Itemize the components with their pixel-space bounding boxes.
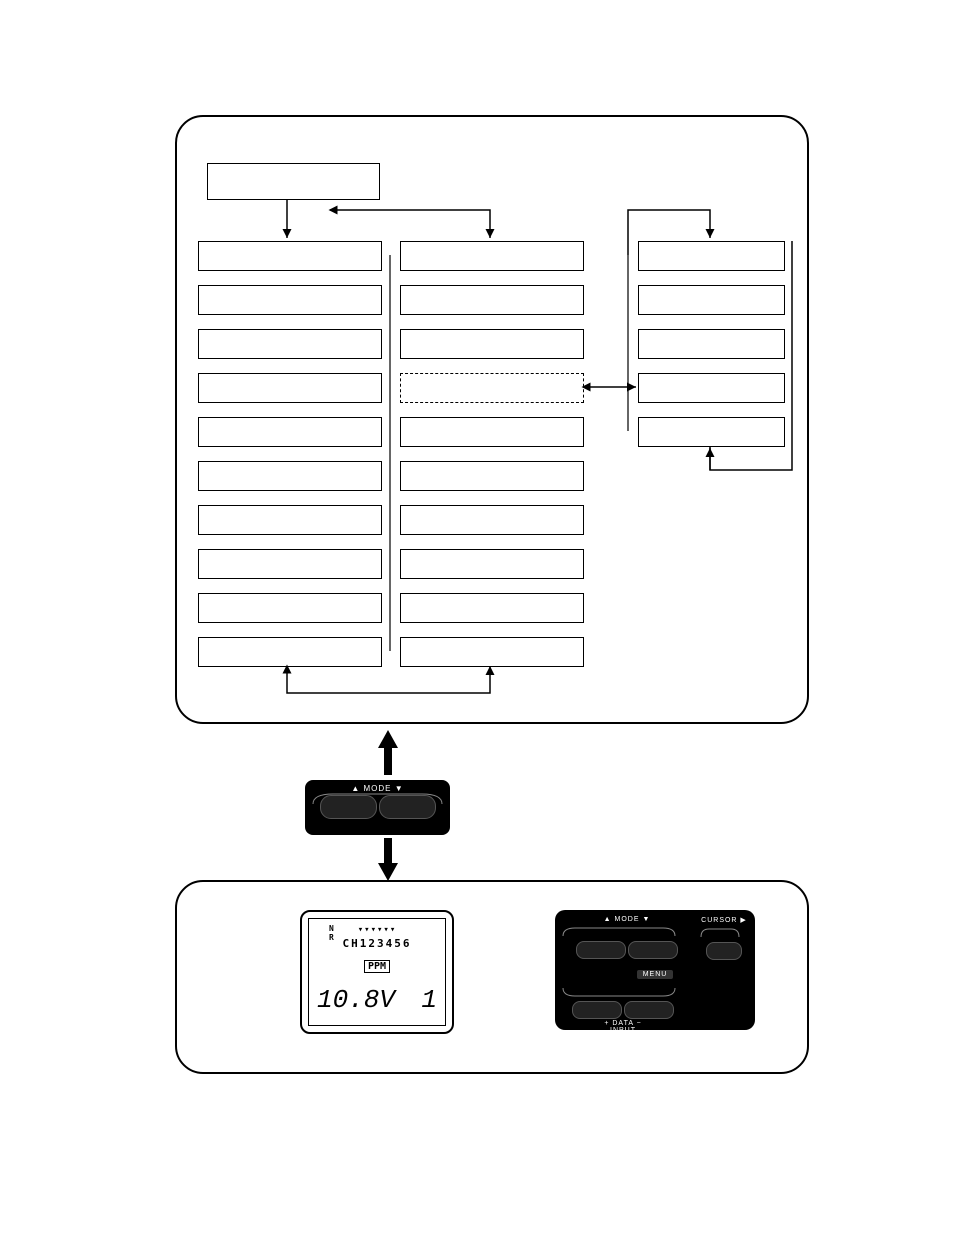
submenu-item[interactable] — [638, 285, 785, 315]
data-bracket — [563, 988, 675, 996]
menu-item[interactable] — [198, 505, 382, 535]
menu-item[interactable] — [198, 593, 382, 623]
menu-item[interactable] — [198, 285, 382, 315]
keypad-mode-label: ▲ MODE ▼ — [563, 916, 691, 923]
data-minus-button[interactable] — [624, 1001, 674, 1019]
menu-item[interactable] — [400, 461, 584, 491]
submenu-item[interactable] — [638, 417, 785, 447]
submenu-item[interactable] — [638, 329, 785, 359]
keypad-cursor-label: CURSOR ▶ — [701, 916, 747, 924]
menu-item-dashed[interactable] — [400, 373, 584, 403]
menu-item[interactable] — [198, 329, 382, 359]
mode-bracket — [563, 928, 691, 936]
lcd-voltage: 10.8V — [317, 985, 395, 1015]
mode-bracket — [313, 794, 442, 804]
menu-item[interactable] — [198, 549, 382, 579]
lcd-channels: CH123456 — [309, 937, 445, 950]
menu-item[interactable] — [400, 285, 584, 315]
menu-item[interactable] — [198, 241, 382, 271]
menu-item[interactable] — [198, 461, 382, 491]
submenu-item[interactable] — [638, 373, 785, 403]
menu-item[interactable] — [400, 593, 584, 623]
mode-down-button[interactable] — [628, 941, 678, 959]
menu-item[interactable] — [198, 637, 382, 667]
menu-item[interactable] — [400, 637, 584, 667]
menu-item[interactable] — [400, 241, 584, 271]
menu-item[interactable] — [198, 373, 382, 403]
page: ▲ MODE ▼ N R ▾▾▾▾▾▾ CH123456 PPM 10.8V 1… — [0, 0, 954, 1235]
submenu-item[interactable] — [638, 241, 785, 271]
menu-item[interactable] — [400, 505, 584, 535]
cursor-button[interactable] — [706, 942, 742, 960]
keypad-menu-label: MENU — [637, 970, 674, 979]
full-keypad: ▲ MODE ▼ CURSOR ▶ MENU + DATA — [555, 910, 755, 1030]
keypad-data-label: + DATA − — [563, 1020, 683, 1027]
menu-item[interactable] — [198, 417, 382, 447]
lcd-display: N R ▾▾▾▾▾▾ CH123456 PPM 10.8V 1 — [300, 910, 454, 1034]
menu-item[interactable] — [400, 329, 584, 359]
mode-up-button[interactable] — [576, 941, 626, 959]
menu-header-box — [207, 163, 380, 200]
lcd-trim-marks: ▾▾▾▾▾▾ — [309, 925, 445, 935]
lcd-model-number: 1 — [421, 985, 437, 1015]
mode-label: ▲ MODE ▼ — [305, 780, 450, 793]
lcd-ppm-badge: PPM — [364, 960, 390, 973]
menu-item[interactable] — [400, 549, 584, 579]
cursor-bracket — [701, 929, 747, 937]
mode-keypad: ▲ MODE ▼ — [305, 780, 450, 835]
data-plus-button[interactable] — [572, 1001, 622, 1019]
keypad-input-label: INPUT — [563, 1027, 683, 1034]
menu-item[interactable] — [400, 417, 584, 447]
